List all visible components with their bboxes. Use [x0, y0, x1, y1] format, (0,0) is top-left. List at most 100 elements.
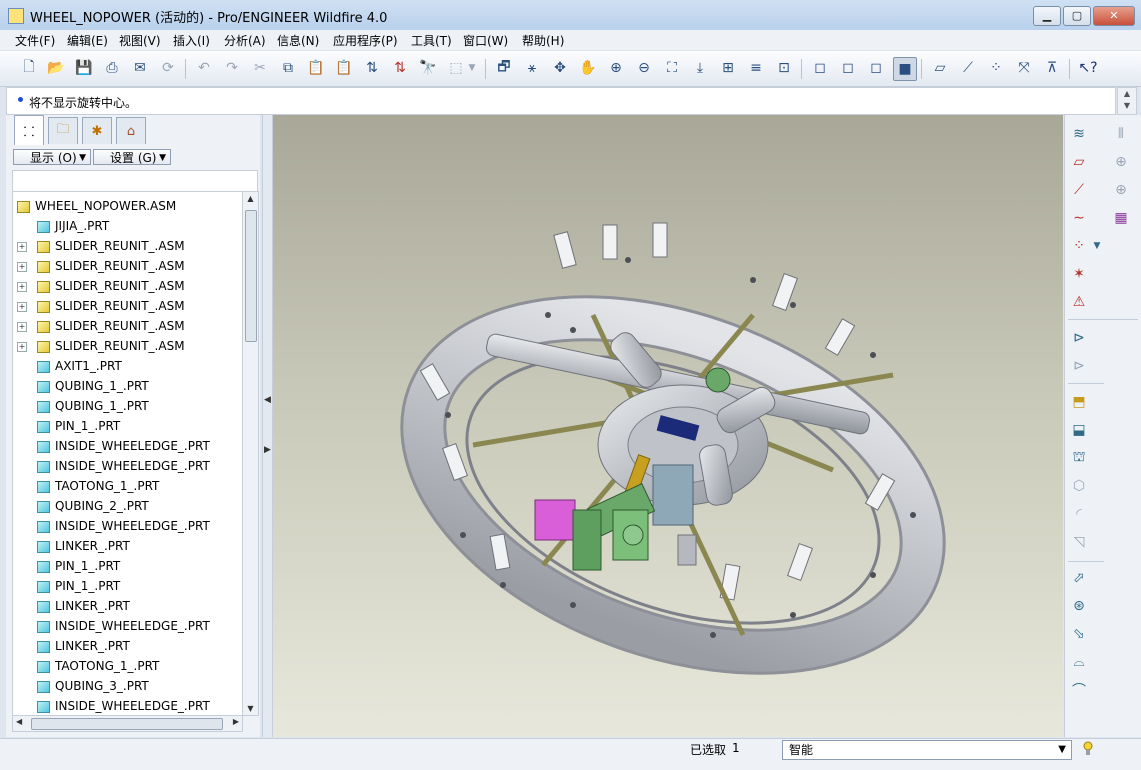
show-dropdown[interactable]: 显示 (O) ▼ [13, 149, 91, 165]
expand-icon[interactable]: + [17, 262, 27, 272]
repaint-icon[interactable]: 🗗 [493, 57, 515, 79]
hole-icon[interactable]: ⛫ [1068, 447, 1090, 469]
tab-connections[interactable]: ⌂ [116, 117, 146, 144]
settings-dropdown[interactable]: 设置 (G) ▼ [93, 149, 171, 165]
layers-icon[interactable]: ≡ [745, 57, 767, 79]
wheel-model-render[interactable] [273, 115, 1063, 737]
datum-curve-sketch-icon[interactable]: ≋ [1068, 123, 1090, 145]
graphics-window[interactable] [273, 115, 1063, 737]
zoom-out-icon[interactable]: ⊖ [633, 57, 655, 79]
datum-axes-icon[interactable]: ⟋ [957, 57, 979, 79]
scroll-down-icon[interactable]: ▼ [243, 704, 258, 713]
view-manager-icon[interactable]: ⊡ [773, 57, 795, 79]
saved-views-icon[interactable]: ⊞ [717, 57, 739, 79]
regen-model-icon[interactable]: ⇅ [361, 57, 383, 79]
analysis-icon[interactable]: ⚠ [1068, 291, 1090, 313]
tab-folder-browser[interactable]: 🗀 [48, 117, 78, 144]
point-dropdown-icon[interactable]: ▼ [1091, 235, 1103, 257]
point-icon[interactable]: ⁘ [1068, 235, 1090, 257]
plane-icon[interactable]: ▱ [1068, 151, 1090, 173]
tree-horizontal-scrollbar[interactable]: ◀ ▶ [12, 715, 243, 732]
expand-icon[interactable]: + [17, 342, 27, 352]
create-component-icon[interactable]: ⬓ [1068, 419, 1090, 441]
tab-favorites[interactable]: ✱ [82, 117, 112, 144]
minimize-button[interactable]: ▁ [1033, 6, 1061, 26]
select-box-icon[interactable]: ⬚ [445, 57, 467, 79]
coordinate-systems-icon[interactable]: ⤧ [1013, 57, 1035, 79]
regenerate-icon[interactable]: ⟳ [157, 57, 179, 79]
paste-special-icon[interactable]: 📋 [333, 57, 355, 79]
redo-icon[interactable]: ↷ [221, 57, 243, 79]
scroll-right-icon[interactable]: ▶ [233, 717, 239, 726]
menu-info[interactable]: 信息(N) [277, 32, 319, 49]
shell-icon[interactable]: ⬡ [1068, 475, 1090, 497]
component-place-icon[interactable]: ⊳ [1068, 327, 1090, 349]
menu-view[interactable]: 视图(V) [119, 32, 161, 49]
wireframe-icon[interactable]: ◻ [809, 57, 831, 79]
selection-filter-select[interactable]: 智能 ▼ [782, 740, 1072, 760]
menu-file[interactable]: 文件(F) [15, 32, 55, 49]
menu-applications[interactable]: 应用程序(P) [333, 32, 398, 49]
trim-icon[interactable]: ⊕ [1110, 179, 1132, 201]
merge-icon[interactable]: ⊕ [1110, 151, 1132, 173]
panel-splitter[interactable]: ◀ ▶ [262, 115, 273, 737]
menu-tools[interactable]: 工具(T) [411, 32, 452, 49]
menu-edit[interactable]: 编辑(E) [67, 32, 108, 49]
menu-help[interactable]: 帮助(H) [522, 32, 564, 49]
scroll-thumb[interactable] [245, 210, 257, 342]
curve-icon[interactable]: ∼ [1068, 207, 1090, 229]
component-create-icon[interactable]: ⊳ [1068, 355, 1090, 377]
hscroll-thumb[interactable] [31, 718, 223, 730]
datum-points-icon[interactable]: ⁘ [985, 57, 1007, 79]
regen-manager-icon[interactable]: ⇅ [389, 57, 411, 79]
scroll-left-icon[interactable]: ◀ [16, 717, 22, 726]
pan-hand-icon[interactable]: ✋ [577, 57, 599, 79]
no-hidden-icon[interactable]: ◻ [865, 57, 887, 79]
boundary-blend-icon[interactable]: ⌓ [1068, 651, 1090, 673]
print-icon[interactable]: ⎙ [101, 57, 123, 79]
message-scroll[interactable]: ▲ ▼ [1117, 87, 1137, 115]
collapse-left-icon[interactable]: ◀ [263, 395, 272, 405]
zoom-in-icon[interactable]: ⊕ [605, 57, 627, 79]
menu-window[interactable]: 窗口(W) [463, 32, 508, 49]
menu-analysis[interactable]: 分析(A) [224, 32, 266, 49]
shading-icon[interactable]: ■ [893, 57, 917, 81]
expand-icon[interactable]: + [17, 322, 27, 332]
hidden-line-icon[interactable]: ◻ [837, 57, 859, 79]
revolve-icon[interactable]: ⊛ [1068, 595, 1090, 617]
round-icon[interactable]: ◜ [1068, 503, 1090, 525]
reorient-icon[interactable]: ⤓ [689, 57, 711, 79]
new-file-icon[interactable]: 🗋 [18, 57, 40, 79]
save-icon[interactable]: 💾 [73, 57, 95, 79]
orient-mode-icon[interactable]: ✥ [549, 57, 571, 79]
close-button[interactable]: ✕ [1093, 6, 1135, 26]
tab-model-tree[interactable]: ⸬ [14, 115, 44, 145]
tree-filter-field[interactable] [12, 170, 258, 192]
send-mail-icon[interactable]: ✉ [129, 57, 151, 79]
maximize-button[interactable]: ▢ [1063, 6, 1091, 26]
csys-icon[interactable]: ✶ [1068, 263, 1090, 285]
expand-icon[interactable]: + [17, 242, 27, 252]
find-icon[interactable]: 🔭 [417, 57, 439, 79]
select-dropdown-icon[interactable]: ▼ [466, 57, 478, 79]
tree-vertical-scrollbar[interactable]: ▲ ▼ [242, 191, 259, 716]
chamfer-icon[interactable]: ◹ [1068, 531, 1090, 553]
cut-icon[interactable]: ✂ [249, 57, 271, 79]
annotations-icon[interactable]: ⊼ [1041, 57, 1063, 79]
refit-icon[interactable]: ⛶ [661, 57, 683, 79]
datum-planes-icon[interactable]: ▱ [929, 57, 951, 79]
light-bulb-icon[interactable] [1083, 741, 1093, 757]
copy-icon[interactable]: ⧉ [277, 57, 299, 79]
expand-icon[interactable]: + [17, 302, 27, 312]
context-help-icon[interactable]: ↖? [1077, 57, 1099, 79]
undo-icon[interactable]: ↶ [193, 57, 215, 79]
menu-insert[interactable]: 插入(I) [173, 32, 210, 49]
extrude-icon[interactable]: ⬀ [1068, 567, 1090, 589]
surface-icon[interactable]: ⌒ [1068, 679, 1090, 701]
scroll-up-icon[interactable]: ▲ [243, 194, 258, 203]
sweep-icon[interactable]: ⬂ [1068, 623, 1090, 645]
paste-icon[interactable]: 📋 [305, 57, 327, 79]
spin-center-icon[interactable]: ⚹ [521, 57, 543, 79]
axis-icon[interactable]: ⟋ [1068, 179, 1090, 201]
mirror-icon[interactable]: ⫴ [1110, 123, 1132, 145]
